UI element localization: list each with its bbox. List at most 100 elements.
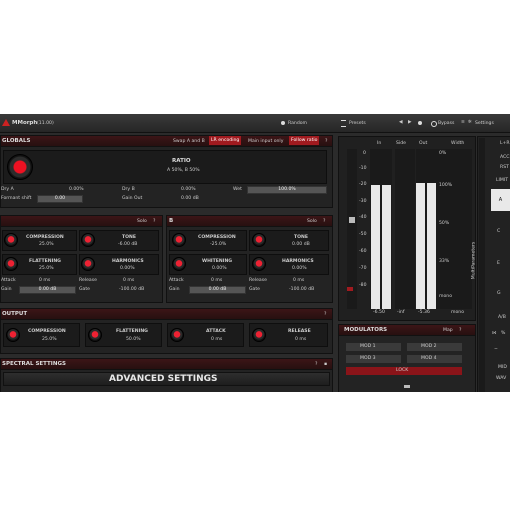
formant-shift-value[interactable]: 0.00 — [37, 195, 83, 203]
panel-b-help[interactable]: ? — [323, 219, 325, 224]
settings-button[interactable]: Settings — [475, 121, 494, 126]
out-release-knob[interactable] — [252, 328, 266, 342]
b-tone-control[interactable]: TONE 0.00 dB — [249, 230, 329, 251]
map-button[interactable]: Map — [443, 328, 453, 333]
clip-indicator[interactable] — [347, 287, 353, 291]
gain-out-value[interactable]: 0.00 dB — [181, 196, 199, 201]
lr-encoding-toggle[interactable]: LR encoding — [209, 136, 242, 145]
slot-g[interactable]: G — [497, 291, 501, 296]
slot-a[interactable]: A — [491, 189, 510, 211]
out-attack-value: 0 ms — [211, 337, 223, 342]
follow-ratio-toggle[interactable]: Follow ratio — [289, 136, 320, 145]
a-release-value[interactable]: 0 ms — [123, 278, 134, 283]
out-flattening-control[interactable]: FLATTENING 50.0% — [85, 323, 162, 347]
link-icon[interactable]: ⋈ — [492, 331, 497, 336]
a-gain-value[interactable]: 0.00 dB — [19, 286, 76, 294]
db-tick: -70 — [359, 266, 367, 271]
panel-collapse-handle[interactable] — [404, 385, 410, 388]
ab-icon[interactable] — [418, 121, 422, 125]
random-button[interactable]: Random — [288, 121, 307, 126]
b-release-value[interactable]: 0 ms — [293, 278, 304, 283]
app-name: MMorph — [12, 120, 38, 126]
spectral-panel: SPECTRAL SETTINGS ? ▪ ADVANCED SETTINGS — [0, 358, 333, 392]
trash-icon[interactable]: ▪ — [324, 362, 327, 367]
input-level-slider[interactable] — [347, 149, 357, 309]
panel-a-solo[interactable]: Solo — [137, 219, 147, 224]
mod3-slot[interactable]: MOD 3 — [346, 355, 401, 363]
dry-b-value[interactable]: 0.00% — [181, 187, 196, 192]
mid-button[interactable]: MID — [498, 365, 507, 370]
mod4-slot[interactable]: MOD 4 — [407, 355, 462, 363]
out-release-control[interactable]: RELEASE 0 ms — [249, 323, 328, 347]
b-gain-value[interactable]: 0.00 dB — [189, 286, 246, 294]
main-input-only-toggle[interactable]: Main input only — [248, 139, 283, 144]
b-compression-knob[interactable] — [172, 233, 186, 247]
mod2-slot[interactable]: MOD 2 — [407, 343, 462, 351]
b-harmonics-knob[interactable] — [252, 257, 266, 271]
out-attack-knob[interactable] — [170, 328, 184, 342]
spectral-help[interactable]: ? — [315, 362, 317, 367]
b-tone-label: TONE — [294, 235, 309, 240]
b-compression-control[interactable]: COMPRESSION -25.0% — [169, 230, 247, 251]
wet-value[interactable]: 100.0% — [247, 186, 327, 194]
b-gate-value[interactable]: -100.00 dB — [289, 287, 314, 292]
percent-icon[interactable]: % — [501, 331, 505, 336]
panel-a-help[interactable]: ? — [153, 219, 155, 224]
slot-c[interactable]: C — [497, 229, 500, 234]
b-compression-label: COMPRESSION — [198, 235, 236, 240]
rst-button[interactable]: RST — [500, 165, 509, 170]
a-attack-value[interactable]: 0 ms — [39, 278, 50, 283]
a-compression-knob[interactable] — [4, 233, 18, 247]
ratio-knob[interactable] — [7, 154, 33, 180]
mod1-label: MOD 1 — [360, 344, 376, 349]
globals-help-button[interactable]: ? — [325, 139, 327, 144]
dry-a-value[interactable]: 0.00% — [69, 187, 84, 192]
b-attack-value[interactable]: 0 ms — [211, 278, 222, 283]
a-flattening-control[interactable]: FLATTENING 25.0% — [2, 254, 77, 275]
a-flattening-knob[interactable] — [4, 257, 18, 271]
acc-button[interactable]: ACC — [500, 155, 509, 160]
prev-preset-icon[interactable]: ◀ — [399, 120, 403, 125]
a-harmonics-control[interactable]: HARMONICS 0.00% — [79, 254, 159, 275]
out-compression-knob[interactable] — [6, 328, 20, 342]
a-tone-knob[interactable] — [81, 233, 95, 247]
output-help[interactable]: ? — [324, 312, 326, 317]
a-tone-control[interactable]: TONE -6.00 dB — [79, 230, 159, 251]
b-compression-value: -25.0% — [210, 242, 227, 247]
output-meter — [416, 149, 436, 309]
mod1-slot[interactable]: MOD 1 — [346, 343, 401, 351]
mod2-label: MOD 2 — [421, 344, 437, 349]
b-harmonics-control[interactable]: HARMONICS 0.00% — [249, 254, 329, 275]
b-tone-knob[interactable] — [252, 233, 266, 247]
swap-button[interactable]: Swap A and B — [173, 139, 205, 144]
next-preset-icon[interactable]: ▶ — [408, 120, 412, 125]
b-whitening-knob[interactable] — [172, 257, 186, 271]
panel-b-solo[interactable]: Solo — [307, 219, 317, 224]
out-attack-control[interactable]: ATTACK 0 ms — [167, 323, 244, 347]
ratio-slider[interactable]: RATIO A 50%, B 50% — [3, 150, 327, 184]
out-flattening-knob[interactable] — [88, 328, 102, 342]
slider-handle[interactable] — [349, 217, 355, 223]
a-compression-control[interactable]: COMPRESSION 25.0% — [2, 230, 77, 251]
spectral-header: SPECTRAL SETTINGS ? ▪ — [1, 359, 332, 370]
b-gain-label: Gain — [169, 287, 180, 292]
limit-button[interactable]: LIMIT — [496, 178, 508, 183]
menu-icon[interactable]: ≡ — [461, 120, 465, 125]
slot-e[interactable]: E — [497, 261, 500, 266]
b-whitening-control[interactable]: WHITENING 0.00% — [169, 254, 247, 275]
lock-button[interactable]: LOCK — [346, 367, 462, 375]
wav-button[interactable]: WAV — [496, 376, 506, 381]
minus-icon[interactable]: − — [494, 347, 498, 352]
a-harmonics-knob[interactable] — [81, 257, 95, 271]
modulators-help[interactable]: ? — [459, 328, 461, 333]
lr-button[interactable]: L+R — [500, 141, 510, 146]
multiparameters-tab[interactable]: MultiParameters — [471, 138, 485, 392]
formant-shift-label: Formant shift — [1, 196, 32, 201]
ab-toggle[interactable]: A/B — [498, 315, 506, 320]
a-gate-value[interactable]: -100.00 dB — [119, 287, 144, 292]
mod3-label: MOD 3 — [360, 356, 376, 361]
bypass-button[interactable]: Bypass — [438, 121, 454, 126]
out-compression-control[interactable]: COMPRESSION 25.0% — [3, 323, 80, 347]
advanced-settings-button[interactable]: ADVANCED SETTINGS — [3, 372, 330, 386]
presets-button[interactable]: Presets — [349, 121, 366, 126]
